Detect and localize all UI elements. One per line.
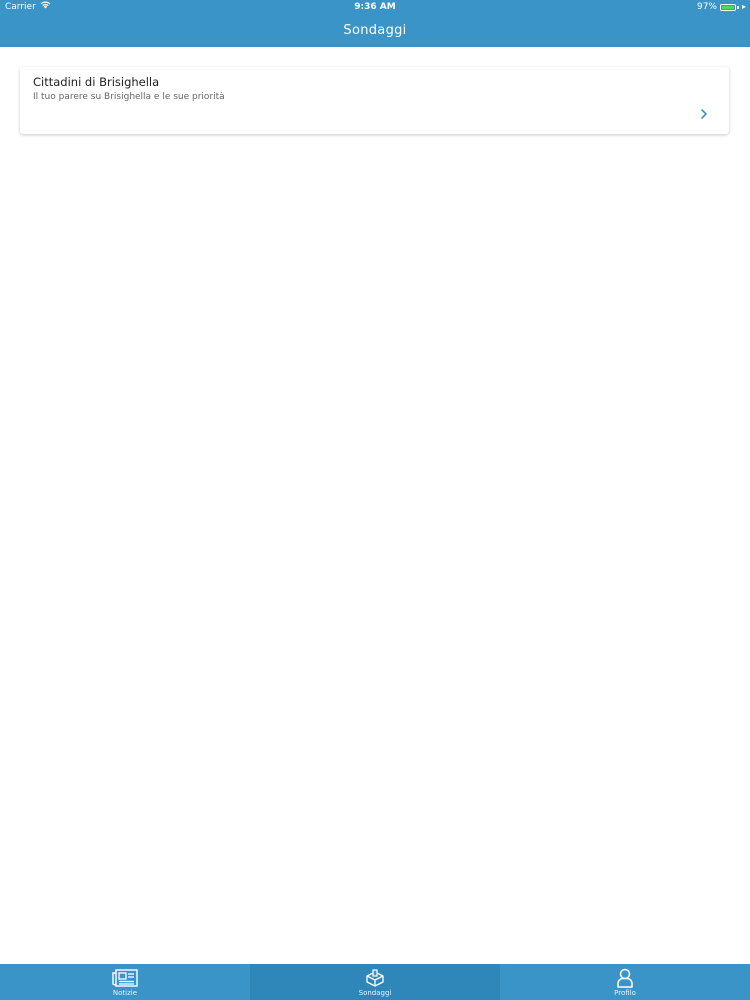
tab-label-notizie: Notizie	[112, 989, 138, 997]
tab-label-profilo: Profilo	[614, 989, 636, 997]
battery-percent: 97%	[696, 2, 717, 12]
tab-label-sondaggi: Sondaggi	[358, 989, 392, 997]
ballot-box-icon	[365, 968, 385, 988]
user-icon	[616, 968, 634, 988]
battery-icon	[719, 3, 736, 11]
status-right: 97% ▸	[697, 0, 746, 14]
page-title: Sondaggi	[343, 23, 407, 38]
charging-icon: ▸	[741, 2, 746, 11]
status-time: 9:36 AM	[354, 2, 396, 12]
status-bar: Carrier 9:36 AM 97% ▸	[0, 0, 750, 14]
surveys-list: Cittadini di Brisighella Il tuo parere s…	[0, 47, 750, 964]
survey-title: Cittadini di Brisighella	[33, 75, 160, 89]
survey-subtitle: Il tuo parere su Brisighella e le sue pr…	[33, 92, 225, 102]
tab-notizie[interactable]: Notizie	[0, 964, 250, 1000]
battery-tip	[736, 5, 739, 9]
newspaper-icon	[112, 968, 138, 988]
tab-bar: Notizie Sondaggi Profilo	[0, 964, 750, 1000]
survey-card[interactable]: Cittadini di Brisighella Il tuo parere s…	[20, 67, 729, 134]
tab-sondaggi[interactable]: Sondaggi	[250, 964, 500, 1000]
tab-profilo[interactable]: Profilo	[500, 964, 750, 1000]
nav-bar: Sondaggi	[0, 14, 750, 47]
battery-fill	[721, 5, 734, 9]
chevron-right-icon	[699, 105, 709, 119]
